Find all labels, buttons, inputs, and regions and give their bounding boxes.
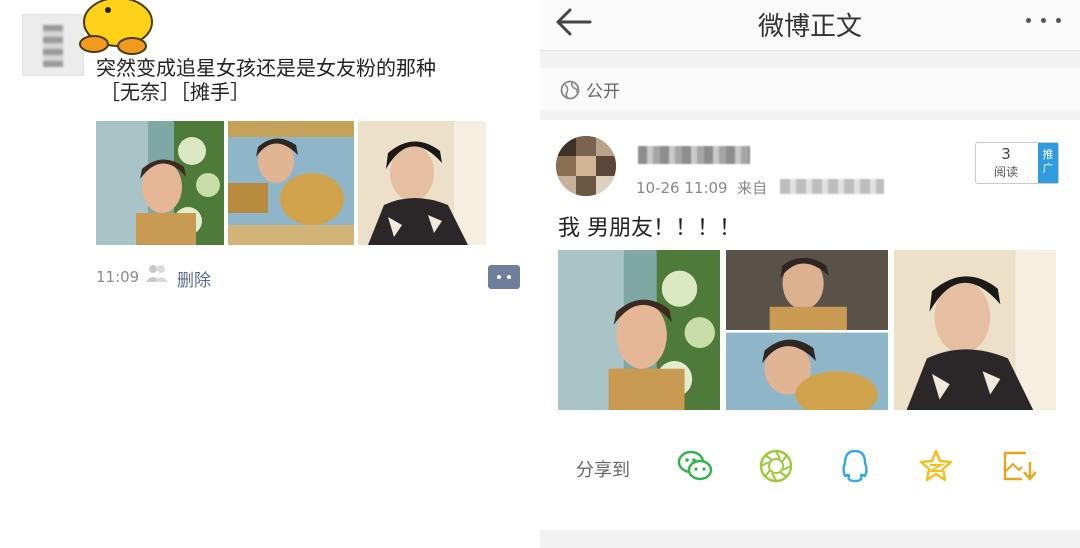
comment-button[interactable] (488, 265, 520, 289)
bottom-separator (540, 530, 1080, 548)
wechat-icon[interactable] (677, 448, 713, 484)
weibo-panel: 微博正文 公开 10-26 11:09 来自 3 阅读 推广 我 男朋友！！！！ (540, 0, 1080, 548)
duck-sticker (79, 0, 153, 55)
avatar[interactable] (556, 136, 616, 196)
post-meta: 10-26 11:09 来自 (636, 177, 767, 198)
globe-icon (560, 80, 580, 100)
post-photo[interactable] (228, 121, 354, 245)
qq-icon[interactable] (837, 448, 873, 484)
post-source-blurred (780, 179, 884, 194)
save-image-icon[interactable] (1000, 448, 1036, 484)
promote-button[interactable]: 推广 (1038, 143, 1058, 183)
delete-link[interactable]: 删除 (177, 266, 211, 291)
post-timestamp: 10-26 11:09 (636, 179, 728, 197)
moments-panel: 突然变成追星女孩还是是女友粉的那种 ［无奈］［摊手］ 11:09 删除 (0, 0, 540, 548)
post-photo[interactable] (726, 250, 888, 410)
post-time: 11:09 (96, 268, 140, 286)
post-photo[interactable] (894, 250, 1056, 410)
page-title: 微博正文 (757, 12, 862, 42)
read-label: 阅读 (993, 165, 1018, 179)
username-blurred[interactable] (638, 146, 750, 164)
visibility-row (540, 68, 1080, 110)
people-icon[interactable] (146, 264, 168, 282)
visibility-label: 公开 (586, 82, 620, 102)
read-count: 3 (1001, 145, 1011, 163)
post-photo[interactable] (358, 121, 486, 245)
qzone-icon[interactable] (918, 448, 954, 484)
post-text: 突然变成追星女孩还是是女友粉的那种 (96, 56, 436, 80)
more-options-icon[interactable] (1024, 18, 1064, 24)
share-label: 分享到 (576, 460, 630, 481)
post-source-prefix: 来自 (737, 179, 768, 197)
post-photo[interactable] (96, 121, 224, 245)
read-count-box: 3 阅读 推广 (975, 142, 1059, 184)
post-photo[interactable] (558, 250, 720, 410)
moments-icon[interactable] (758, 448, 794, 484)
post-emoji-text: ［无奈］［摊手］ (100, 80, 250, 104)
post-body: 我 男朋友！！！！ (558, 216, 741, 241)
